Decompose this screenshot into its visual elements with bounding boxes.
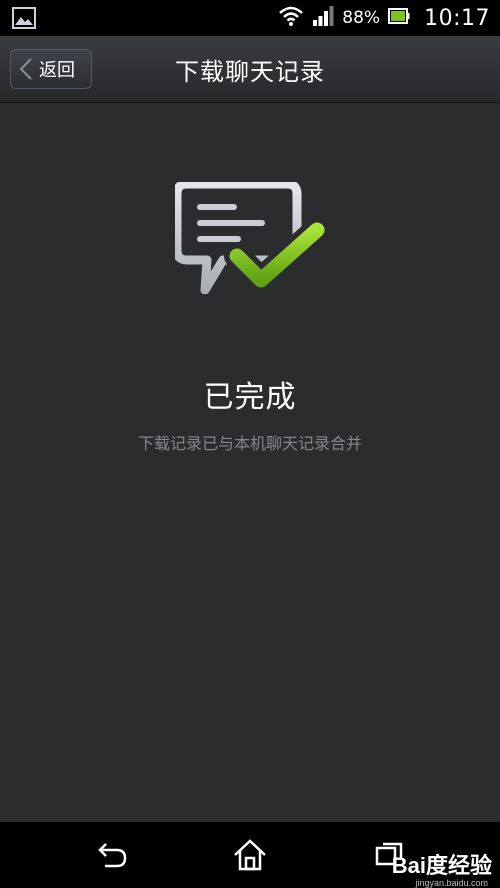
status-title: 已完成 [203,380,297,415]
watermark-logo: Bai度经验 [391,853,492,878]
back-arrow-icon [19,58,32,80]
chat-check-icon [172,179,330,295]
back-button[interactable]: 返回 [10,49,92,89]
watermark-url: jingyan.baidu.com [415,878,488,888]
home-icon[interactable] [225,834,275,876]
battery-icon [388,7,410,29]
status-bar: 88% 10:17 [0,0,500,36]
back-icon[interactable] [86,834,136,876]
title-bar: 下载聊天记录 返回 [0,36,500,103]
gallery-icon [12,7,36,33]
status-message: 下载记录已与本机聊天记录合并 [137,434,362,453]
back-button-label: 返回 [39,60,75,81]
battery-percent: 88% [342,8,381,28]
nav-bar: Bai度经验 jingyan.baidu.com [0,822,500,888]
signal-icon [312,5,334,31]
clock: 10:17 [424,5,490,31]
wifi-icon [278,5,304,31]
